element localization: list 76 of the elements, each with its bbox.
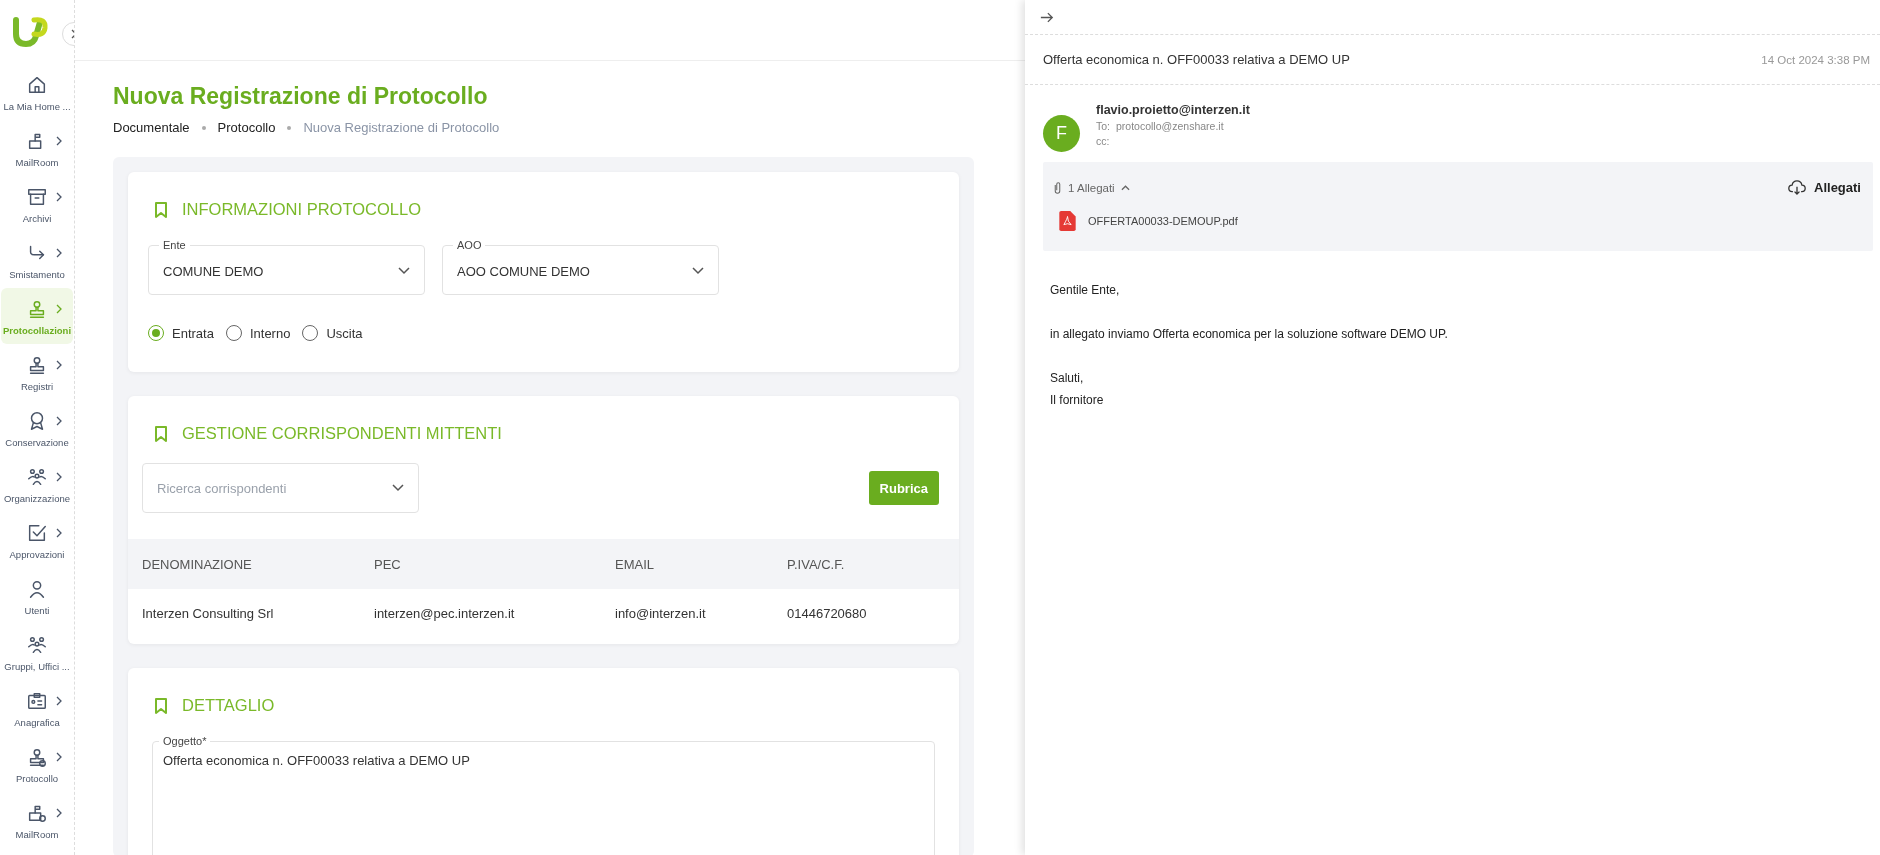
chevron-icon	[56, 416, 62, 426]
breadcrumb-link[interactable]: Protocollo	[217, 120, 276, 135]
logo-icon	[10, 14, 50, 50]
avatar: F	[1043, 115, 1080, 152]
attachments-toggle[interactable]: 1 Allegati	[1053, 180, 1130, 195]
chevron-icon	[56, 752, 62, 762]
chevron-icon	[56, 528, 62, 538]
email-subject: Offerta economica n. OFF00033 relativa a DEMO UP	[1043, 52, 1350, 67]
breadcrumb-link[interactable]: Documentale	[113, 120, 190, 135]
email-text: in allegato inviamo Offerta economica per la soluzione software DEMO UP.	[1050, 327, 1449, 341]
chevron-icon	[56, 696, 62, 706]
section-title: GESTIONE CORRISPONDENTI MITTENTI	[182, 424, 502, 443]
email-text: Saluti,	[1050, 371, 1085, 385]
archive-icon	[26, 186, 48, 208]
nav-item[interactable]: MailRoom	[1, 120, 73, 176]
table-cell-text: info@interzen.it	[615, 605, 707, 621]
select-field[interactable]: AOO AOO COMUNE DEMO	[442, 239, 719, 295]
nav-item[interactable]: Archivi	[1, 176, 73, 232]
nav-item[interactable]: La Mia Home ...	[1, 64, 73, 120]
recipient-email: protocollo@zenshare.it	[1116, 120, 1224, 132]
email-text: Il fornitore	[1050, 393, 1105, 407]
bookmark-icon	[154, 200, 168, 219]
attachment-file[interactable]: OFFERTA00033-DEMOUP.pdf	[1053, 211, 1861, 231]
chevron-icon	[56, 192, 62, 202]
page-title: Nuova Registrazione di Protocollo	[113, 83, 489, 110]
bookmark-icon	[154, 424, 168, 443]
to-label: To:	[1096, 120, 1110, 132]
select-field[interactable]: Ente COMUNE DEMO	[148, 239, 425, 295]
radio-button[interactable]: Uscita	[302, 325, 363, 341]
caret-icon	[1120, 184, 1130, 191]
table-cell-text: Interzen Consulting Srl	[142, 605, 275, 621]
column-header: P.IVA/C.F.	[787, 556, 846, 572]
people-icon	[26, 466, 48, 488]
chevron-down-icon	[692, 267, 704, 275]
pdf-file-icon	[1059, 211, 1076, 231]
nav-item[interactable]: Smistamento	[1, 232, 73, 288]
section-title: DETTAGLIO	[182, 696, 275, 715]
chevron-icon	[56, 360, 62, 370]
chevron-down-icon	[398, 267, 410, 275]
id-card-icon	[26, 690, 48, 712]
column-header: PEC	[374, 556, 402, 572]
nav-item[interactable]: Conservazione	[1, 400, 73, 456]
chevron-icon	[56, 304, 62, 314]
subject-field[interactable]: Oggetto* Offerta economica n. OFF00033 relativa a DEMO UP	[152, 735, 935, 855]
sender-email: flavio.proietto@interzen.it	[1096, 103, 1250, 117]
section-title: INFORMAZIONI PROTOCOLLO	[182, 200, 421, 219]
email-text: Gentile Ente,	[1050, 283, 1121, 297]
chevron-down-icon	[392, 484, 404, 492]
people-icon	[26, 634, 48, 656]
chevron-icon	[56, 808, 62, 818]
chevron-icon	[56, 248, 62, 258]
table-cell-text: interzen@pec.interzen.it	[374, 605, 516, 621]
nav-item[interactable]: Registri	[1, 344, 73, 400]
column-header: DENOMINAZIONE	[142, 556, 253, 572]
checkbox-icon	[26, 522, 48, 544]
arrow-right-icon[interactable]	[1040, 11, 1054, 23]
nav-item[interactable]: Gruppi, Uffici ...	[1, 624, 73, 680]
home-icon	[26, 74, 48, 96]
nav-item[interactable]: Approvazioni	[1, 512, 73, 568]
cloud-download-icon	[1788, 180, 1807, 195]
chevron-icon	[56, 136, 62, 146]
nav-item[interactable]: Organizzazione	[1, 456, 73, 512]
chevron-icon	[56, 472, 62, 482]
column-header: EMAIL	[615, 556, 655, 572]
radio-button[interactable]: Interno	[225, 325, 291, 341]
nav-item[interactable]: Utenti	[1, 568, 73, 624]
radio-button[interactable]: Entrata	[148, 325, 214, 341]
nav-item[interactable]: Anagrafica	[1, 680, 73, 736]
nav-item[interactable]: MailRoom	[1, 792, 73, 848]
table-cell-text: 01446720680	[787, 605, 868, 621]
nav-item[interactable]: Protocollo	[1, 736, 73, 792]
download-button[interactable]: Allegati	[1788, 180, 1861, 195]
email-date: 14 Oct 2024 3:38 PM	[1761, 53, 1870, 66]
bookmark-icon	[154, 696, 168, 715]
cc-label: cc:	[1096, 135, 1111, 147]
paperclip-icon	[1053, 180, 1062, 195]
